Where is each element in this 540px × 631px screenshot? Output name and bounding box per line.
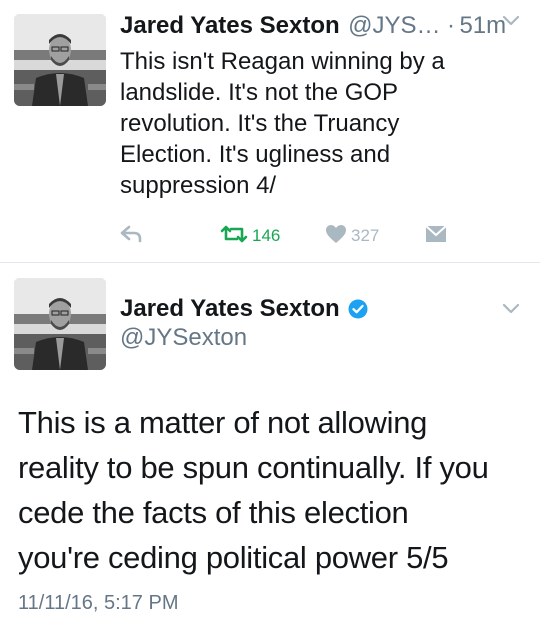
tweet-1[interactable]: Jared Yates Sexton @JYS… · 51m This isn'… — [0, 0, 540, 262]
tweet-author-row: Jared Yates Sexton — [120, 294, 368, 324]
author-handle[interactable]: @JYS… — [348, 12, 440, 39]
separator-dot: · — [446, 12, 455, 39]
dm-icon — [425, 224, 447, 248]
tweet-text: This isn't Reagan winning by a landslide… — [120, 48, 445, 199]
tweet-divider — [0, 262, 540, 263]
avatar-photo — [14, 14, 106, 106]
tweet-header: Jared Yates Sexton @JYS… · 51m — [120, 12, 530, 46]
reply-button[interactable] — [120, 222, 142, 250]
avatar-photo — [14, 278, 106, 370]
author-name[interactable]: Jared Yates Sexton — [120, 295, 340, 323]
retweet-button[interactable]: 146 — [220, 222, 280, 250]
verified-badge-icon — [348, 299, 368, 319]
reply-icon — [120, 225, 142, 248]
tweet-actions: 146 327 — [120, 222, 450, 252]
author-handle[interactable]: @JYSexton — [120, 324, 247, 352]
chevron-down-icon[interactable] — [502, 14, 520, 32]
like-count: 327 — [351, 226, 380, 245]
chevron-down-icon[interactable] — [502, 302, 520, 320]
tweet-timestamp[interactable]: 11/11/16, 5:17 PM — [18, 592, 178, 615]
like-button[interactable]: 327 — [325, 222, 379, 250]
tweet-time[interactable]: 51m — [459, 12, 506, 39]
tweet-text: This is a matter of not allowing reality… — [18, 405, 489, 575]
avatar[interactable] — [14, 278, 106, 370]
heart-icon — [325, 224, 347, 249]
author-name[interactable]: Jared Yates Sexton — [120, 12, 340, 39]
direct-message-button[interactable] — [425, 222, 447, 250]
retweet-count: 146 — [252, 226, 281, 245]
retweet-icon — [220, 225, 248, 248]
avatar[interactable] — [14, 14, 106, 106]
